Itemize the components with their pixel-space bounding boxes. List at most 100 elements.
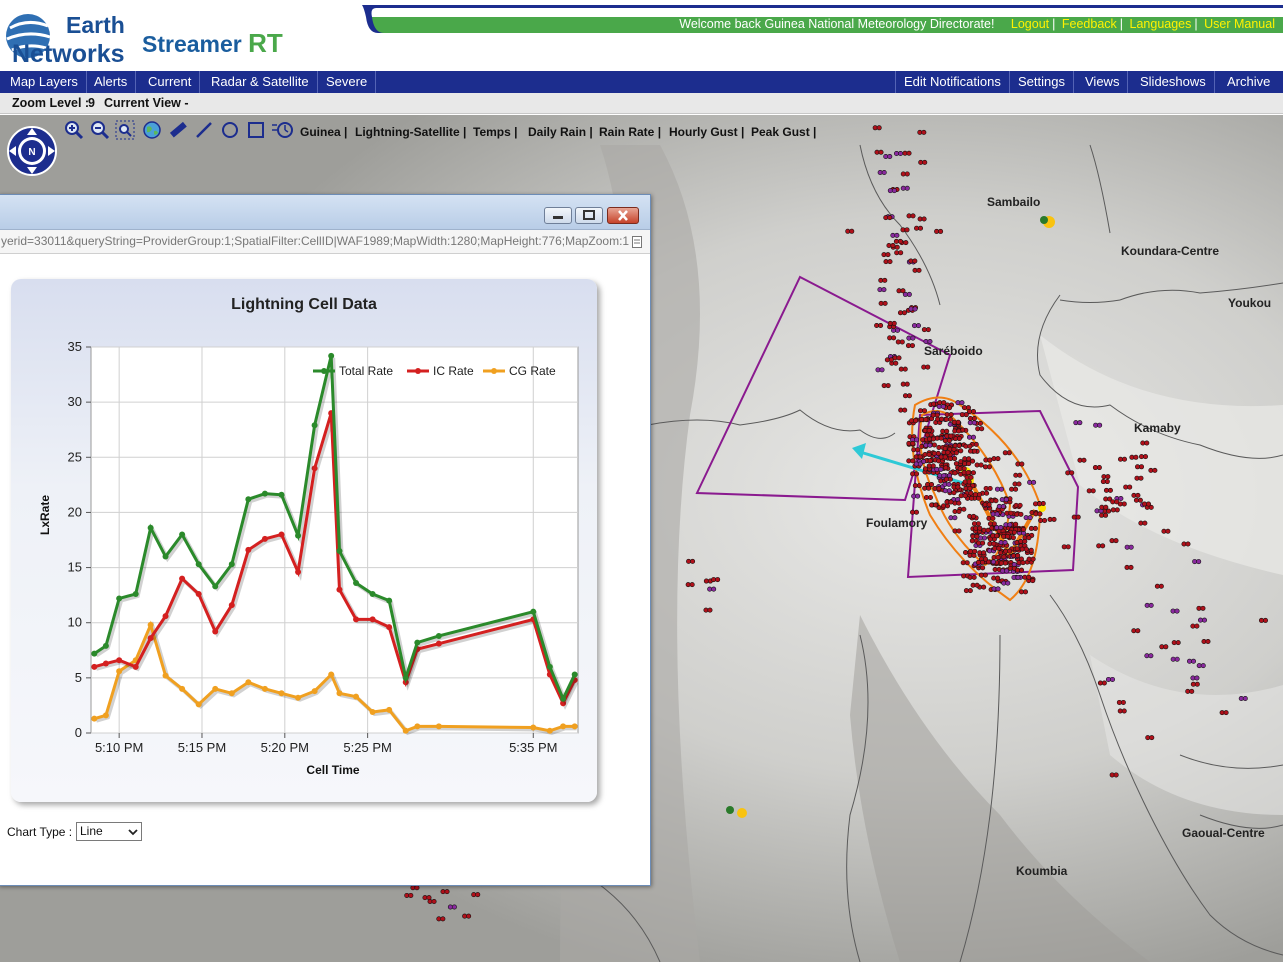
data-point bbox=[386, 706, 393, 713]
nav-alerts[interactable]: Alerts bbox=[86, 71, 137, 93]
logout-link[interactable]: Logout bbox=[1011, 17, 1049, 31]
strike-marker bbox=[1121, 501, 1127, 507]
strike-marker bbox=[1105, 474, 1111, 480]
nav-edit-notifications[interactable]: Edit Notifications bbox=[895, 71, 1010, 93]
earth-networks-logo[interactable]: Earth Networks bbox=[4, 6, 138, 68]
data-point bbox=[336, 690, 343, 697]
circle-draw-icon[interactable] bbox=[220, 120, 240, 140]
strike-marker bbox=[1022, 538, 1028, 544]
strike-marker bbox=[938, 466, 944, 472]
languages-link[interactable]: Languages bbox=[1130, 17, 1192, 31]
layer-hourly-gust[interactable]: Hourly Gust | bbox=[669, 125, 744, 139]
zoom-out-icon[interactable] bbox=[90, 120, 110, 140]
strike-marker bbox=[916, 483, 922, 489]
nav-current[interactable]: Current bbox=[140, 71, 201, 93]
layer-daily-rain[interactable]: Daily Rain | bbox=[528, 125, 593, 139]
nav-severe[interactable]: Severe bbox=[318, 71, 377, 93]
strike-marker bbox=[991, 541, 997, 547]
chart-type-select[interactable]: Line bbox=[76, 822, 142, 841]
strike-marker bbox=[1194, 675, 1200, 681]
strike-marker bbox=[891, 320, 897, 326]
strike-marker bbox=[1077, 420, 1083, 426]
welcome-text: Welcome back Guinea National Meteorology… bbox=[679, 17, 995, 31]
strike-marker bbox=[1103, 512, 1109, 518]
strike-marker bbox=[900, 288, 906, 294]
strike-marker bbox=[1109, 676, 1115, 682]
zoom-box-icon[interactable] bbox=[115, 120, 135, 140]
animation-icon[interactable] bbox=[272, 120, 293, 140]
line-draw-icon[interactable] bbox=[194, 120, 214, 140]
data-point bbox=[195, 591, 202, 598]
y-tick-label: 5 bbox=[75, 670, 82, 685]
rectangle-draw-icon[interactable] bbox=[246, 120, 266, 140]
pan-compass[interactable]: N bbox=[6, 125, 58, 177]
strike-marker bbox=[475, 892, 481, 898]
strike-marker bbox=[1026, 535, 1032, 541]
strike-marker bbox=[1135, 628, 1141, 634]
strike-marker bbox=[451, 904, 457, 910]
strike-marker bbox=[936, 485, 942, 491]
layer-temps[interactable]: Temps | bbox=[473, 125, 518, 139]
strike-marker bbox=[961, 466, 967, 472]
maximize-button[interactable] bbox=[575, 207, 603, 224]
strike-marker bbox=[990, 515, 996, 521]
nav-settings[interactable]: Settings bbox=[1010, 71, 1074, 93]
strike-marker bbox=[944, 428, 950, 434]
strike-marker bbox=[881, 287, 887, 293]
layer-lightning-satellite-label: Lightning-Satellite bbox=[355, 125, 460, 139]
layer-guinea[interactable]: Guinea | bbox=[300, 125, 347, 139]
popup-address-bar[interactable]: yerid=33011&queryString=ProviderGroup:1;… bbox=[0, 229, 650, 254]
data-point bbox=[132, 663, 139, 670]
x-tick-label: 5:10 PM bbox=[95, 740, 143, 755]
data-point bbox=[212, 583, 219, 590]
ruler-icon[interactable] bbox=[168, 120, 188, 140]
data-point bbox=[195, 701, 202, 708]
zoom-in-icon[interactable] bbox=[64, 120, 84, 140]
minimize-button[interactable] bbox=[544, 207, 572, 224]
strike-marker bbox=[1107, 487, 1113, 493]
strike-marker bbox=[715, 577, 721, 583]
strike-marker bbox=[1201, 617, 1207, 623]
current-view-label: Current View - bbox=[104, 96, 189, 110]
close-button[interactable] bbox=[607, 207, 639, 224]
city-kamaby: Kamaby bbox=[1134, 421, 1181, 435]
strike-marker bbox=[927, 494, 933, 500]
strike-marker bbox=[979, 426, 985, 432]
data-point bbox=[162, 672, 169, 679]
data-point bbox=[91, 663, 98, 670]
y-tick-label: 10 bbox=[68, 615, 82, 630]
strike-marker bbox=[1163, 644, 1169, 650]
strike-marker bbox=[1003, 497, 1009, 503]
user-manual-link[interactable]: User Manual bbox=[1204, 17, 1275, 31]
popup-titlebar[interactable] bbox=[0, 195, 650, 229]
globe-icon[interactable] bbox=[142, 120, 162, 140]
data-point bbox=[402, 674, 409, 681]
layer-lightning-satellite[interactable]: Lightning-Satellite | bbox=[355, 125, 466, 139]
strike-marker bbox=[986, 502, 992, 508]
streamer-rt-logo: Streamer RT bbox=[142, 28, 283, 59]
nav-views[interactable]: Views bbox=[1077, 71, 1129, 93]
nav-radar-satellite[interactable]: Radar & Satellite bbox=[203, 71, 318, 93]
strike-marker bbox=[926, 427, 932, 433]
nav-map-layers[interactable]: Map Layers bbox=[2, 71, 87, 93]
strike-marker bbox=[1149, 735, 1155, 741]
strike-marker bbox=[1051, 516, 1057, 522]
strike-marker bbox=[1128, 544, 1134, 550]
strike-marker bbox=[1097, 422, 1103, 428]
data-point bbox=[91, 715, 98, 722]
strike-marker bbox=[956, 428, 962, 434]
data-point bbox=[295, 694, 302, 701]
nav-slideshows[interactable]: Slideshows bbox=[1132, 71, 1215, 93]
strike-marker bbox=[1006, 450, 1012, 456]
strike-marker bbox=[927, 458, 933, 464]
strike-marker bbox=[915, 493, 921, 499]
nav-archive[interactable]: Archive bbox=[1219, 71, 1278, 93]
status-bar: Zoom Level : 9 Current View - bbox=[0, 93, 1283, 114]
feedback-link[interactable]: Feedback bbox=[1062, 17, 1117, 31]
layer-peak-gust-label: Peak Gust bbox=[751, 125, 810, 139]
layer-peak-gust[interactable]: Peak Gust | bbox=[751, 125, 816, 139]
strike-marker bbox=[1144, 440, 1150, 446]
layer-rain-rate[interactable]: Rain Rate | bbox=[599, 125, 661, 139]
strike-marker bbox=[915, 447, 921, 453]
city-sareboido: Saréboido bbox=[924, 344, 983, 358]
